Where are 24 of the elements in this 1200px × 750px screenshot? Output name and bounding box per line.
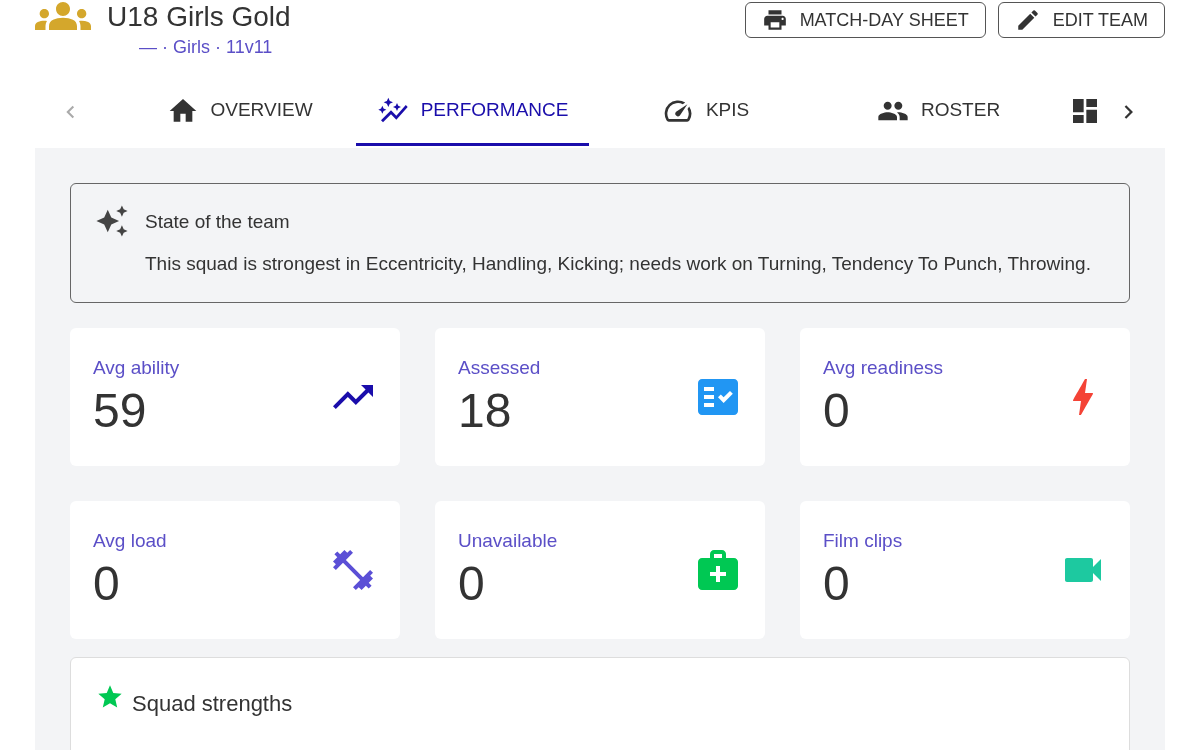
stat-label: Unavailable bbox=[458, 529, 558, 554]
tab[interactable]: KPIS bbox=[589, 78, 823, 146]
stat-value: 0 bbox=[93, 555, 121, 612]
summary-title: State of the team bbox=[145, 210, 291, 234]
summary-text: This squad is strongest in Eccentricity, Handling, Kicking; needs work on Turning, Tendency To Punch, Throwing. bbox=[145, 251, 1091, 276]
action-button[interactable]: MATCH-DAY SHEET bbox=[744, 2, 986, 38]
tab[interactable]: OVERVIEW bbox=[123, 78, 357, 146]
stat-label: Assessed bbox=[458, 356, 541, 381]
strengths-title: Squad strengths bbox=[132, 689, 293, 718]
sparkles-icon bbox=[95, 204, 129, 238]
stat-value: 59 bbox=[93, 382, 148, 439]
stat-value: 0 bbox=[458, 555, 486, 612]
stat-value: 0 bbox=[823, 382, 851, 439]
stat-label: Film clips bbox=[823, 529, 903, 554]
team-title: U18 Girls Gold bbox=[107, 2, 291, 32]
stat-label: Avg ability bbox=[93, 356, 180, 381]
stat-label: Avg load bbox=[93, 529, 167, 554]
stat-value: 0 bbox=[823, 555, 851, 612]
action-button[interactable]: EDIT TEAM bbox=[997, 2, 1165, 38]
tab[interactable]: ROSTER bbox=[822, 78, 1056, 146]
team-subtitle: — · Girls · 11v11 bbox=[139, 36, 274, 59]
stat-label: Avg readiness bbox=[823, 356, 944, 381]
printer-icon bbox=[761, 7, 788, 33]
stat-value: 18 bbox=[458, 382, 513, 439]
